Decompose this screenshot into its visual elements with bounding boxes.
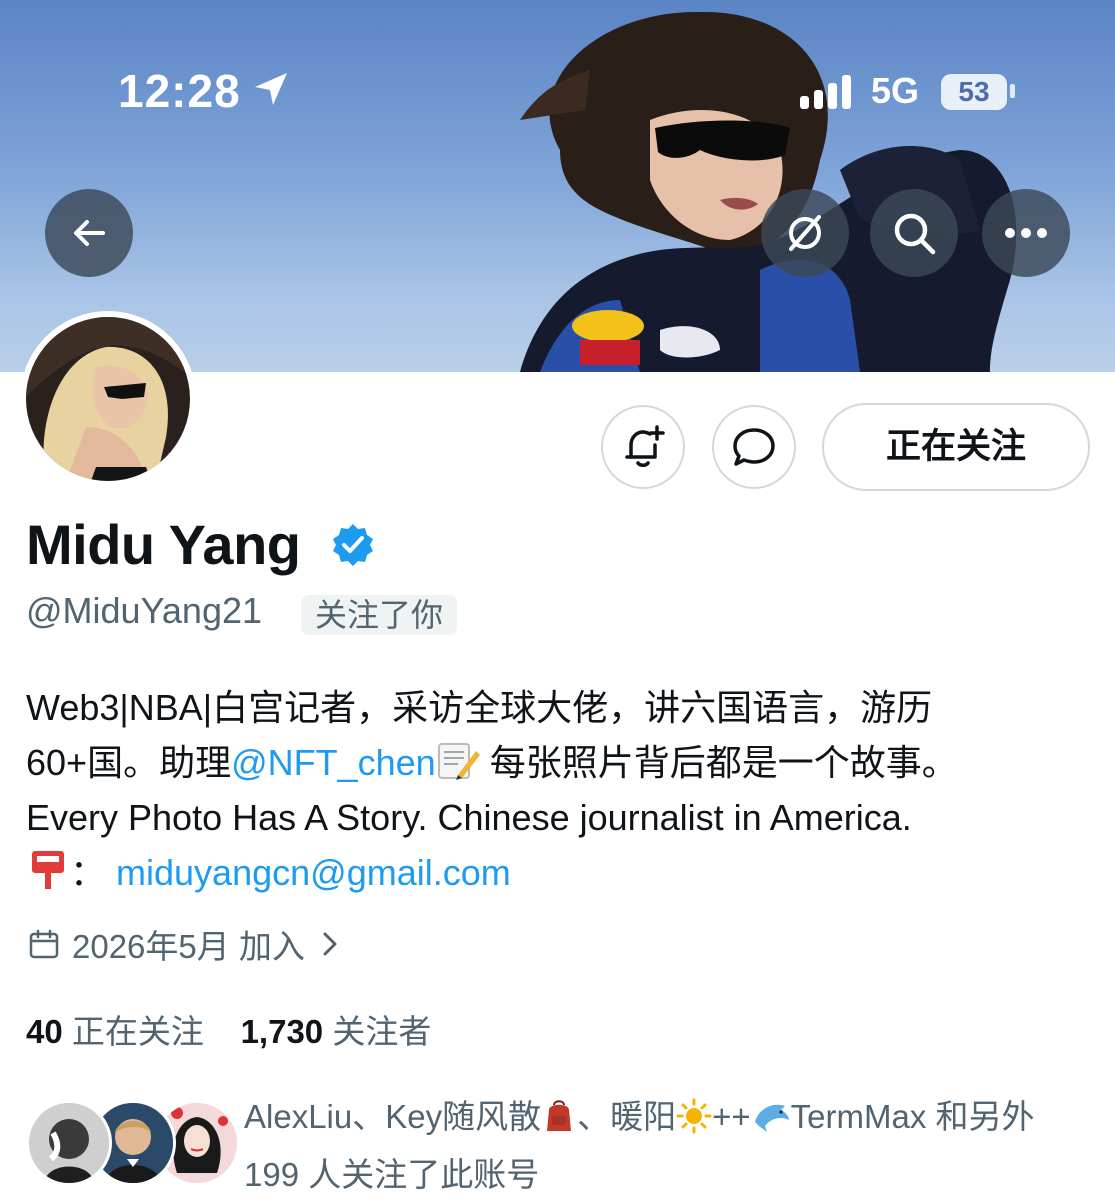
postbox-icon [32, 851, 64, 889]
chevron-right-icon [323, 932, 337, 956]
network-type: 5G [871, 70, 920, 111]
following-button[interactable]: 正在关注 [822, 403, 1090, 491]
profile-avatar[interactable] [20, 311, 196, 487]
notify-button[interactable] [601, 405, 685, 489]
followed-by-end: TermMax 和另外 [790, 1098, 1035, 1135]
status-time: 12:28 [118, 65, 241, 117]
followers-label: 关注者 [332, 1013, 432, 1050]
followed-by-names: AlexLiu、Key随风散 [244, 1098, 542, 1135]
battery-tip [1010, 84, 1015, 98]
location-arrow-icon [255, 73, 287, 105]
backpack-icon [547, 1100, 572, 1131]
follower-avatar-1 [26, 1100, 112, 1186]
followed-by-line-2: 199 人关注了此账号 [244, 1156, 540, 1193]
signal-bars-icon [800, 75, 851, 109]
bio-line-2-suffix: 每张照片背后都是一个故事。 [479, 742, 958, 783]
memo-icon [437, 743, 480, 780]
follows-you-badge: 关注了你 [301, 595, 458, 635]
message-button[interactable] [712, 405, 796, 489]
bio-line-2: 60+国。助理@NFT_chen 每张照片背后都是一个故事。 [26, 735, 1086, 790]
dolphin-icon [754, 1104, 789, 1132]
search-icon [894, 213, 936, 255]
follow-stats: 40 正在关注 1,730 关注者 [26, 1005, 431, 1053]
bio-line-1: Web3|NBA|白宫记者，采访全球大佬，讲六国语言，游历 [26, 687, 933, 728]
battery-icon: 53 [941, 74, 1007, 110]
calendar-icon [29, 929, 59, 959]
status-bar: 12:28 5G 53 [0, 0, 1115, 180]
grok-button[interactable] [761, 189, 849, 277]
display-name: Midu Yang [26, 513, 301, 576]
sun-icon [676, 1098, 712, 1134]
bio: Web3|NBA|白宫记者，采访全球大佬，讲六国语言，游历 60+国。助理@NF… [26, 680, 1086, 900]
grok-icon [789, 215, 821, 251]
followed-by-text[interactable]: AlexLiu、Key随风散 、暖阳 ++ TermMax 和另外 199 人关… [244, 1088, 1104, 1204]
search-button[interactable] [870, 189, 958, 277]
bell-plus-icon [625, 425, 665, 467]
arrow-left-icon [74, 220, 105, 246]
back-button[interactable] [45, 189, 133, 277]
chat-bubble-icon [733, 428, 775, 466]
bio-line-4: ： miduyangcn@gmail.com [26, 845, 1086, 900]
bio-line-2-prefix: 60+国。助理 [26, 742, 232, 783]
avatar-image [26, 317, 190, 481]
followed-by-plus: ++ [712, 1098, 751, 1135]
user-handle: @MiduYang21 [26, 590, 263, 631]
followers-count: 1,730 [240, 1013, 324, 1050]
bio-line-3: Every Photo Has A Story. Chinese journal… [26, 797, 912, 838]
followers-stat[interactable]: 1,730 关注者 [241, 1013, 432, 1050]
following-label: 正在关注 [71, 1013, 204, 1050]
followed-by-line-1: AlexLiu、Key随风散 、暖阳 ++ TermMax 和另外 [244, 1088, 1104, 1146]
following-stat[interactable]: 40 正在关注 [26, 1013, 204, 1050]
following-count: 40 [26, 1013, 63, 1050]
mention-link[interactable]: @NFT_chen [231, 742, 436, 783]
verified-badge-icon[interactable] [330, 522, 376, 568]
more-dots-icon [1005, 228, 1047, 238]
email-link[interactable]: miduyangcn@gmail.com [116, 852, 511, 893]
more-button[interactable] [982, 189, 1070, 277]
bio-separator: ： [70, 852, 107, 893]
followed-by-mid: 、暖阳 [577, 1098, 677, 1135]
joined-date: 2026年5月 加入 [72, 928, 305, 965]
joined-date-row[interactable]: 2026年5月 加入 [28, 920, 339, 968]
